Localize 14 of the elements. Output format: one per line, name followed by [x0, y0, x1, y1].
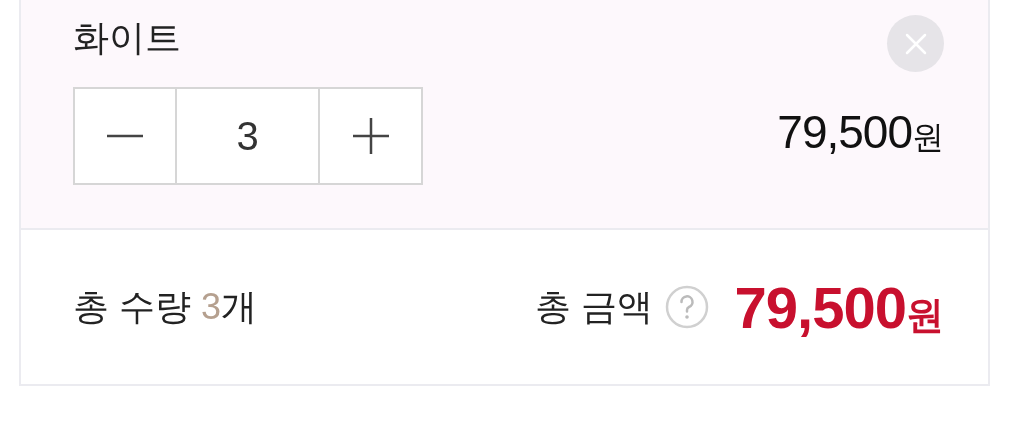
total-quantity-label: 총 수량: [73, 285, 191, 329]
amount-unit: 원: [906, 292, 944, 338]
price-unit: 원: [912, 119, 944, 157]
total-amount: 79,500: [734, 273, 906, 342]
total-amount-label: 총 금액: [534, 285, 653, 329]
help-icon[interactable]: [664, 285, 709, 329]
quantity-unit: 개: [221, 285, 258, 329]
total-quantity-value: 3: [201, 285, 222, 329]
option-price: 79,500: [777, 105, 912, 160]
plus-icon: [352, 118, 389, 154]
close-icon: [904, 32, 927, 55]
option-name: 화이트: [73, 16, 181, 60]
quantity-value: 3: [177, 89, 320, 183]
minus-icon: [107, 134, 143, 138]
